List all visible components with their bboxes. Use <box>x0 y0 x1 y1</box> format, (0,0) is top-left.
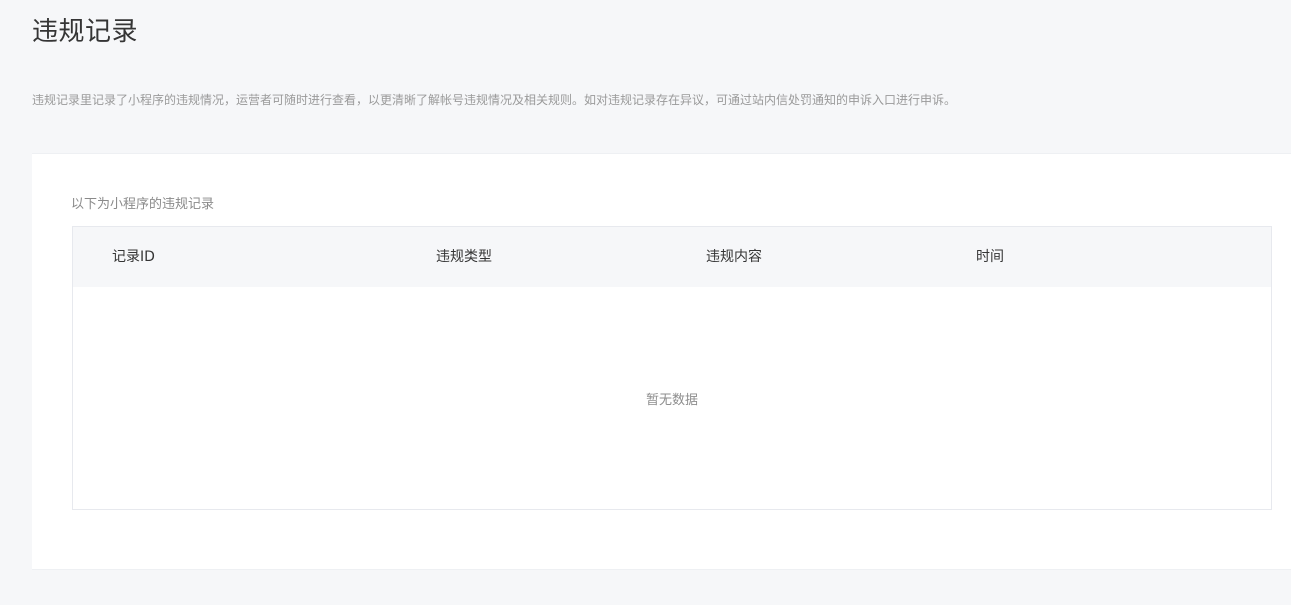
column-header-violation-type: 违规类型 <box>436 249 492 265</box>
page-description: 违规记录里记录了小程序的违规情况，运营者可随时进行查看，以更清晰了解帐号违规情况… <box>32 93 957 107</box>
empty-state-text: 暂无数据 <box>645 392 698 408</box>
records-table: 记录ID 违规类型 违规内容 时间 暂无数据 <box>72 226 1272 510</box>
column-header-time: 时间 <box>976 249 1004 265</box>
table-header-row: 记录ID 违规类型 违规内容 时间 <box>73 227 1271 287</box>
records-card: 以下为小程序的违规记录 记录ID 违规类型 违规内容 时间 暂无数据 <box>32 153 1291 570</box>
column-header-record-id: 记录ID <box>112 249 155 265</box>
page-title: 违规记录 <box>32 17 139 47</box>
empty-state: 暂无数据 <box>73 287 1271 509</box>
column-header-violation-content: 违规内容 <box>706 249 762 265</box>
records-caption: 以下为小程序的违规记录 <box>71 197 215 212</box>
